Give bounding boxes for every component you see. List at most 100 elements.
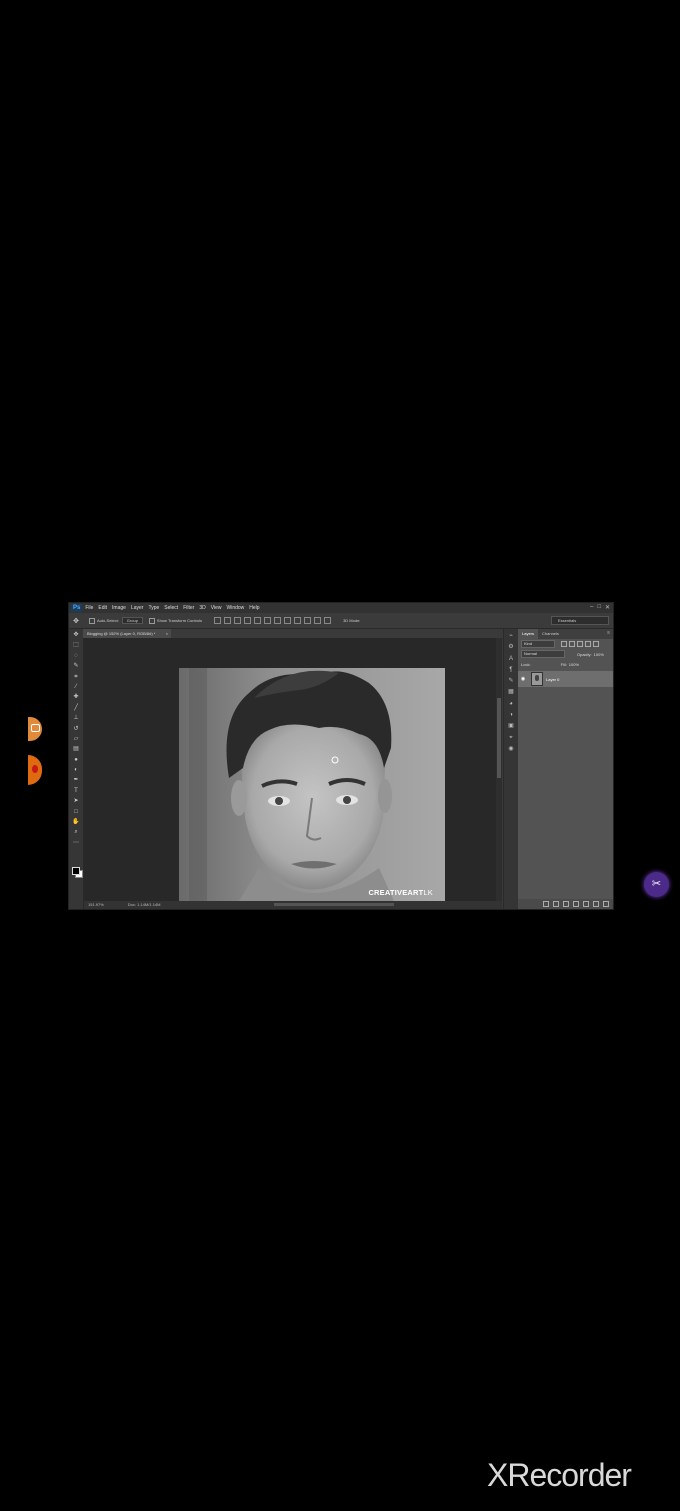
new-group-icon[interactable] [583, 901, 589, 907]
align-right-icon[interactable] [264, 617, 272, 624]
tab-channels[interactable]: Channels [538, 629, 563, 639]
minimize-button[interactable]: – [590, 604, 593, 611]
distribute-left-icon[interactable] [304, 617, 312, 624]
hand-icon[interactable]: ✋ [72, 818, 80, 826]
horizontal-scrollbar[interactable] [274, 903, 394, 906]
close-tab-icon[interactable]: × [166, 629, 168, 638]
move-icon[interactable]: ✥ [72, 631, 80, 639]
close-button[interactable]: ✕ [605, 604, 610, 611]
auto-select-dropdown[interactable]: Group [121, 617, 143, 624]
delete-layer-icon[interactable] [603, 901, 609, 907]
move-tool-icon[interactable]: ✥ [69, 617, 83, 625]
gradient-icon[interactable]: ▤ [72, 745, 80, 753]
menu-type[interactable]: Type [148, 605, 159, 611]
opacity-value[interactable]: 100% [594, 652, 604, 657]
eyedropper-icon[interactable]: ⁄ [72, 683, 80, 691]
menu-filter[interactable]: Filter [183, 605, 194, 611]
maximize-button[interactable]: □ [597, 604, 601, 611]
zoom-icon[interactable]: ⌕ [72, 828, 80, 836]
workspace-dropdown[interactable]: Essentials [551, 616, 609, 625]
add-style-icon[interactable] [553, 901, 559, 907]
dodge-icon[interactable]: ◐ [72, 766, 80, 774]
align-buttons[interactable] [214, 617, 332, 624]
recorder-tools-icon[interactable]: ✂ [644, 872, 669, 897]
menu-3d[interactable]: 3D [199, 605, 205, 611]
path-select-icon[interactable]: ➤ [72, 797, 80, 805]
filter-shape-icon[interactable] [585, 641, 591, 647]
paragraph-icon[interactable]: ¶ [507, 666, 515, 674]
history-icon[interactable]: ⌁ [507, 632, 515, 640]
pen-icon[interactable]: ✒ [72, 776, 80, 784]
align-bottom-icon[interactable] [234, 617, 242, 624]
clone-stamp-icon[interactable]: ⊥ [72, 714, 80, 722]
filter-kind-dropdown[interactable]: Kind [521, 640, 555, 648]
auto-select-checkbox[interactable] [89, 617, 95, 624]
align-top-icon[interactable] [214, 617, 222, 624]
distribute-bottom-icon[interactable] [294, 617, 302, 624]
transform-controls-checkbox[interactable] [148, 617, 155, 624]
properties-icon[interactable]: ⚙ [507, 643, 515, 651]
menu-layer[interactable]: Layer [131, 605, 144, 611]
marquee-icon[interactable]: ⬚ [72, 641, 80, 649]
rectangle-icon[interactable]: □ [72, 808, 80, 816]
more-tools-icon[interactable]: ⋯ [72, 839, 80, 847]
panel-menu-icon[interactable]: ≡ [607, 630, 610, 636]
layer-row[interactable]: ◉ Layer 0 [518, 671, 613, 687]
menu-image[interactable]: Image [112, 605, 126, 611]
crop-icon[interactable]: ⌗ [72, 673, 80, 681]
filter-adjustment-icon[interactable] [569, 641, 575, 647]
visibility-eye-icon[interactable]: ◉ [518, 676, 528, 682]
vertical-scrollbar[interactable] [496, 638, 502, 901]
menu-edit[interactable]: Edit [98, 605, 107, 611]
document-tab[interactable]: Blogging @ 152% (Layer 0, RGB/8#) * × [83, 629, 171, 638]
lasso-icon[interactable]: ◌ [72, 652, 80, 660]
distribute-top-icon[interactable] [274, 617, 282, 624]
character-icon[interactable]: A [507, 655, 515, 663]
color-icon[interactable]: ◕ [507, 700, 515, 708]
zoom-level[interactable]: 151.97% [88, 901, 104, 909]
filter-pixel-icon[interactable] [561, 641, 567, 647]
blend-mode-dropdown[interactable]: Normal [521, 650, 565, 658]
quick-select-icon[interactable]: ✎ [72, 662, 80, 670]
layer-name[interactable]: Layer 0 [546, 677, 559, 682]
menu-file[interactable]: File [85, 605, 93, 611]
filter-smart-object-icon[interactable] [593, 641, 599, 647]
foreground-color-swatch[interactable] [72, 867, 80, 875]
fill-value[interactable]: 100% [569, 662, 579, 667]
history-brush-icon[interactable]: ↺ [72, 725, 80, 733]
menu-view[interactable]: View [211, 605, 222, 611]
record-button[interactable] [28, 755, 42, 785]
add-mask-icon[interactable] [563, 901, 569, 907]
align-center-icon[interactable] [254, 617, 262, 624]
screenshot-camera-button[interactable] [28, 717, 42, 741]
vertical-scroll-thumb[interactable] [497, 698, 501, 778]
brush-icon[interactable]: ╱ [72, 704, 80, 712]
3d-icon[interactable]: ◉ [507, 745, 515, 753]
adjustments-icon[interactable]: ◑ [507, 711, 515, 719]
new-layer-icon[interactable] [593, 901, 599, 907]
menu-window[interactable]: Window [226, 605, 244, 611]
menu-help[interactable]: Help [249, 605, 259, 611]
new-adjustment-icon[interactable] [573, 901, 579, 907]
distribute-middle-icon[interactable] [284, 617, 292, 624]
portrait-photo[interactable]: CREATIVEARTLK [179, 668, 445, 901]
type-icon[interactable]: T [72, 787, 80, 795]
menu-select[interactable]: Select [164, 605, 178, 611]
document-info[interactable]: Doc: 1.14M/1.14M [128, 901, 161, 909]
filter-type-icon[interactable] [577, 641, 583, 647]
swatches-icon[interactable]: ▦ [507, 688, 515, 696]
tab-layers[interactable]: Layers [518, 629, 539, 639]
eraser-icon[interactable]: ▱ [72, 735, 80, 743]
blur-icon[interactable]: ● [72, 756, 80, 764]
link-layers-icon[interactable] [543, 901, 549, 907]
align-middle-icon[interactable] [224, 617, 232, 624]
brush-presets-icon[interactable]: ✎ [507, 677, 515, 685]
align-left-icon[interactable] [244, 617, 252, 624]
healing-brush-icon[interactable]: ✚ [72, 693, 80, 701]
canvas-area[interactable]: CREATIVEARTLK [84, 638, 496, 901]
distribute-center-icon[interactable] [314, 617, 322, 624]
styles-icon[interactable]: ▣ [507, 722, 515, 730]
paths-icon[interactable]: ⌖ [507, 734, 515, 742]
watermark-bold: CREATIVEART [368, 888, 424, 897]
distribute-right-icon[interactable] [324, 617, 332, 624]
